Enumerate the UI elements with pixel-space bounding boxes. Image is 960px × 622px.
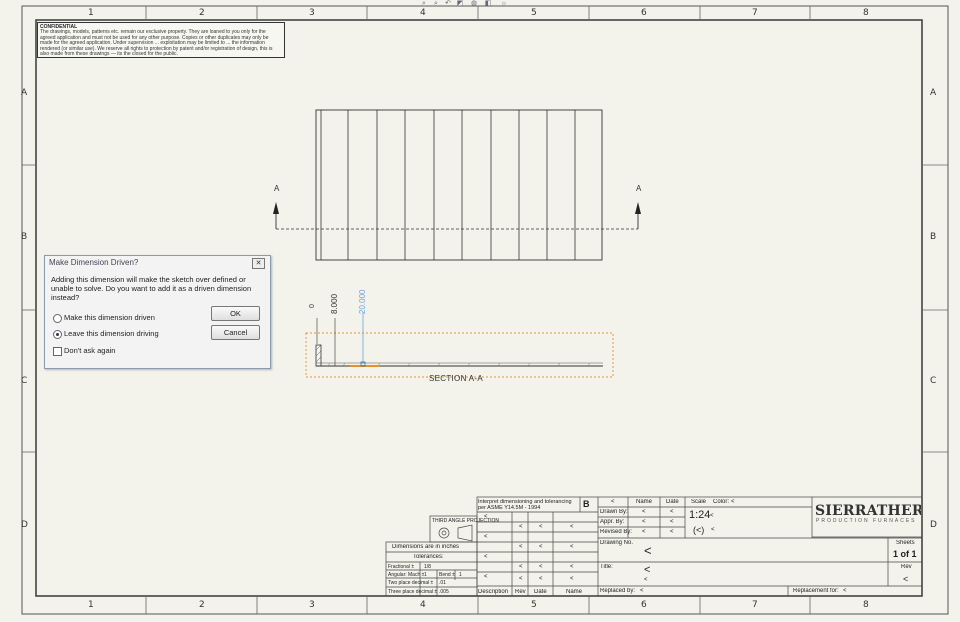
title-value: < [644, 564, 651, 576]
drawn-by-date: < [670, 509, 674, 515]
rev-cell: < [484, 514, 488, 520]
rev-cell: < [570, 544, 574, 550]
rev-col: Rev [515, 589, 526, 595]
rev-cell: < [484, 534, 488, 540]
drawing-no-value: < [644, 544, 652, 558]
angular-value: 1 [424, 572, 427, 578]
tolerances-label: Tolerances: [413, 554, 444, 560]
title-block-grid [385, 496, 923, 597]
drawn-by-name: < [642, 509, 646, 515]
rev-cell: < [484, 554, 488, 560]
rev-value: < [903, 574, 909, 584]
bend-label: Bend ± [439, 572, 455, 578]
rev-cell: < [539, 564, 543, 570]
date-header: Date [666, 499, 679, 505]
dims-in-inches: Dimensions are in inches [392, 544, 460, 550]
sheets-label: Sheets [896, 540, 915, 546]
rev-cell: < [539, 524, 543, 530]
revised-by-date: < [670, 529, 674, 535]
fractional-value: 1/8 [424, 564, 431, 570]
rev-cell: < [484, 574, 488, 580]
company-subtitle: PRODUCTION FURNACES [816, 518, 917, 524]
title-label: Title: [600, 564, 613, 570]
scale-label: Scale [691, 499, 707, 505]
date-col: Date [534, 589, 547, 595]
two-place-value: .01 [439, 580, 446, 586]
rev-letter: B [583, 499, 590, 509]
appr-by-label: Appr. By: [600, 519, 625, 525]
two-place-label: Two place decimal ± [388, 580, 434, 586]
header-placeholder: < [611, 499, 615, 505]
revised-by-name: < [642, 529, 646, 535]
replacement-for-label: Replacement for: [793, 588, 839, 594]
replacement-for-value: < [843, 588, 847, 594]
appr-by-name: < [642, 519, 646, 525]
rev-cell: < [519, 544, 523, 550]
scale-placeholder: < [710, 513, 714, 519]
title-value-2: < [644, 577, 648, 583]
three-place-value: .005 [439, 589, 449, 595]
rev-cell: < [539, 544, 543, 550]
replaced-by-value: < [640, 588, 644, 594]
interpret-note: Interpret dimensioning and tolerancing p… [478, 499, 572, 511]
rev-cell: < [519, 524, 523, 530]
replaced-by-label: Replaced by: [600, 588, 636, 594]
color-value: < [731, 499, 735, 505]
rev-cell: < [570, 564, 574, 570]
rev-cell: < [570, 524, 574, 530]
revised-by-label: Revised By: [600, 529, 633, 535]
appr-by-date: < [670, 519, 674, 525]
fractional-label: Fractional ± [388, 564, 415, 570]
name-col: Name [566, 589, 583, 595]
angular-label: Angular: Mach ± [388, 572, 425, 578]
description-col: Description [478, 589, 509, 595]
bend-value: 1 [459, 572, 462, 578]
name-header: Name [636, 499, 653, 505]
three-place-label: Three place decimal ± [388, 589, 438, 595]
paren-value: (<) [693, 525, 705, 535]
paren-placeholder: < [711, 527, 715, 533]
rev-label: Rev [901, 564, 912, 570]
scale-value: 1:24 [689, 509, 711, 521]
rev-cell: < [519, 576, 523, 582]
drawing-no-label: Drawing No. [600, 540, 634, 546]
color-label: Color: [713, 499, 730, 505]
rev-cell: < [519, 564, 523, 570]
third-angle-label: THIRD ANGLE PROJECTION [432, 518, 499, 524]
rev-cell: < [539, 576, 543, 582]
drawn-by-label: Drawn By: [600, 509, 628, 515]
rev-cell: < [570, 576, 574, 582]
sheets-value: 1 of 1 [893, 549, 917, 559]
